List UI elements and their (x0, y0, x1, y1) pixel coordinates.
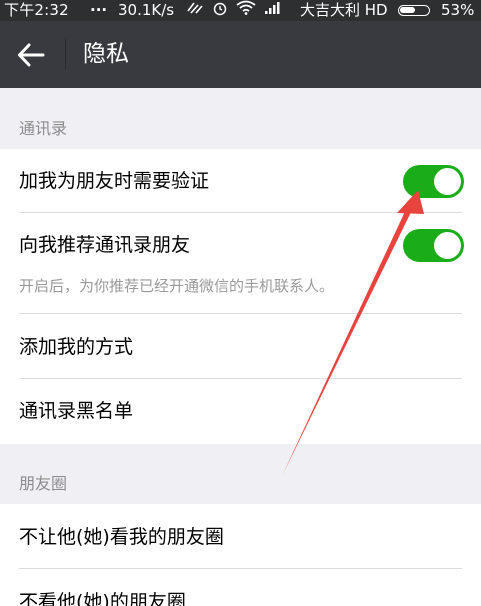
title-divider (65, 39, 66, 70)
row-hide-my-moments[interactable]: 不让他(她)看我的朋友圈 (0, 504, 481, 569)
row-require-verification[interactable]: 加我为朋友时需要验证 (0, 149, 481, 213)
row-label-ways-to-add-me: 添加我的方式 (19, 336, 134, 358)
status-carrier: 大吉大利 HD (300, 1, 388, 19)
status-dots: ... (90, 0, 108, 15)
row-subtext-recommend-contacts: 开启后，为你推荐已经开通微信的手机联系人。 (19, 277, 335, 295)
toggle-require-verification[interactable] (403, 165, 464, 198)
alarm-icon (212, 0, 228, 22)
row-contacts-blacklist[interactable]: 通讯录黑名单 (0, 379, 481, 444)
row-recommend-contacts[interactable]: 向我推荐通讯录朋友 开启后，为你推荐已经开通微信的手机联系人。 (0, 213, 481, 314)
row-ways-to-add-me[interactable]: 添加我的方式 (0, 314, 481, 379)
row-label-hide-my-moments: 不让他(她)看我的朋友圈 (19, 526, 224, 548)
toggle-knob (434, 168, 461, 195)
section-header-contacts: 通讯录 (0, 88, 481, 149)
row-label-hide-their-moments: 不看他(她)的朋友圈 (19, 591, 186, 606)
row-label-contacts-blacklist: 通讯录黑名单 (19, 400, 134, 422)
signal-icon (264, 0, 282, 21)
section-title-contacts: 通讯录 (19, 119, 68, 138)
status-battery: 53% (441, 1, 475, 19)
back-arrow-icon[interactable] (16, 41, 48, 69)
status-bar: 下午2:32 ... 30.1K/s 大吉大利 HD 53% (0, 0, 481, 21)
status-icons (186, 0, 290, 22)
section-title-moments: 朋友圈 (19, 474, 68, 493)
page-title: 隐私 (83, 41, 129, 67)
toggle-recommend-contacts[interactable] (403, 229, 464, 262)
section-header-moments: 朋友圈 (0, 444, 481, 504)
wifi-icon (236, 0, 256, 21)
status-time: 下午2:32 (4, 1, 69, 19)
row-label-require-verification: 加我为朋友时需要验证 (19, 170, 210, 192)
status-net-speed: 30.1K/s (118, 1, 175, 19)
row-hide-their-moments[interactable]: 不看他(她)的朋友圈 (0, 569, 481, 606)
battery-icon (398, 5, 430, 16)
row-label-recommend-contacts: 向我推荐通讯录朋友 (19, 234, 191, 256)
toggle-knob (434, 232, 461, 259)
title-bar: 隐私 (0, 21, 481, 88)
data-sync-icon (186, 0, 204, 21)
